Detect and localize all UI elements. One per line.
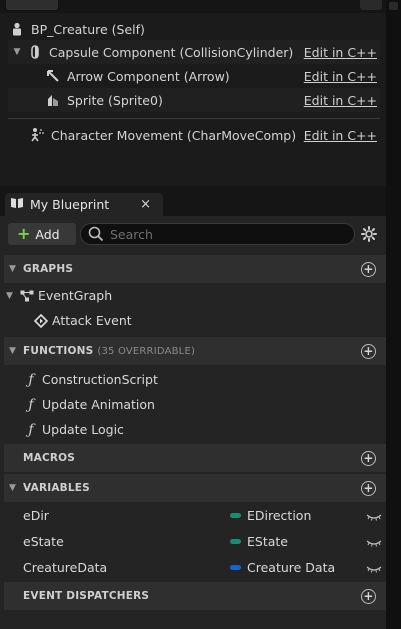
arrow-icon [44,67,62,85]
sprite-edit-cpp-link[interactable]: Edit in C++ [304,93,377,108]
variable-name: eDir [23,507,49,523]
search-box[interactable] [80,223,355,245]
section-event-dispatchers[interactable]: ▼ EVENT DISPATCHERS + [4,582,386,610]
tab-my-blueprint-label: My Blueprint [30,197,110,212]
variable-type-pin [230,512,241,518]
component-root-label: BP_Creature (Self) [31,21,145,37]
graph-item-label: Attack Event [52,313,132,328]
add-graph-button[interactable]: + [361,261,376,277]
graph-icon [20,290,34,302]
section-variables[interactable]: ▼ VARIABLES + [4,474,386,502]
search-icon [88,226,104,242]
component-movement-label: Character Movement (CharMoveComp) [51,127,297,143]
variable-row[interactable]: CreatureData Creature Data [4,554,386,580]
component-sprite-label: Sprite (Sprite0) [67,92,163,108]
section-graphs[interactable]: ▼ GRAPHS + [4,255,386,283]
chevron-down-icon[interactable]: ▼ [8,47,26,57]
right-scrollbar[interactable] [386,0,401,629]
tab-my-blueprint[interactable]: My Blueprint × [5,193,163,216]
search-input[interactable] [110,226,340,242]
components-divider [8,118,380,119]
component-arrow-label: Arrow Component (Arrow) [67,68,230,84]
close-icon[interactable]: × [140,197,151,212]
chevron-down-icon[interactable]: ▼ [9,483,21,493]
function-item-label: ConstructionScript [42,372,158,387]
variable-row[interactable]: eState EState [4,528,386,554]
variable-type-pin [230,538,241,544]
eye-closed-icon[interactable] [366,510,382,521]
graph-item-label: EventGraph [38,288,113,303]
function-icon: ƒ [28,421,34,438]
variable-row[interactable]: eDir EDirection [4,502,386,528]
sprite-icon [44,91,62,109]
section-functions-title: FUNCTIONS [23,345,94,357]
section-macros-title: MACROS [23,452,76,464]
components-add-button[interactable] [6,0,58,10]
chevron-down-icon[interactable]: ▼ [9,264,21,274]
function-item[interactable]: ƒ ConstructionScript [4,367,386,392]
graph-item-eventgraph[interactable]: ▼ EventGraph [4,283,386,308]
eye-closed-icon[interactable] [366,536,382,547]
add-button[interactable]: + Add [8,223,76,245]
component-capsule-label: Capsule Component (CollisionCylinder) [49,44,294,60]
variable-name: CreatureData [23,559,108,575]
chevron-down-icon[interactable]: ▼ [6,291,20,301]
add-variable-button[interactable]: + [361,480,376,496]
section-macros[interactable]: ▼ MACROS + [4,444,386,472]
function-item-label: Update Logic [42,422,124,437]
variable-name: eState [23,533,64,549]
variable-type[interactable]: EDirection [247,508,311,523]
section-variables-title: VARIABLES [23,482,90,494]
add-macro-button[interactable]: + [361,450,376,466]
section-functions[interactable]: ▼ FUNCTIONS (35 OVERRIDABLE) + [4,337,386,365]
component-arrow[interactable]: Arrow Component (Arrow) Edit in C++ [8,64,380,88]
components-toolbar [0,0,386,13]
plus-icon: + [17,224,31,243]
actor-icon [8,20,26,38]
component-movement[interactable]: Character Movement (CharMoveComp) Edit i… [8,123,380,147]
gear-icon[interactable] [359,224,379,244]
function-item[interactable]: ƒ Update Animation [4,392,386,417]
chevron-down-icon[interactable]: ▼ [9,346,21,356]
book-icon [10,197,24,212]
components-settings-button[interactable] [360,0,382,10]
function-item[interactable]: ƒ Update Logic [4,417,386,442]
variable-type-pin [230,564,241,570]
capsule-icon [26,43,44,61]
function-icon: ƒ [28,396,34,413]
section-graphs-title: GRAPHS [23,263,74,275]
add-event-dispatcher-button[interactable]: + [361,588,376,604]
movement-icon [28,126,46,144]
section-functions-subtitle: (35 OVERRIDABLE) [97,345,196,357]
eye-closed-icon[interactable] [366,562,382,573]
function-icon: ƒ [28,371,34,388]
add-function-button[interactable]: + [361,343,376,359]
arrow-edit-cpp-link[interactable]: Edit in C++ [304,69,377,84]
capsule-edit-cpp-link[interactable]: Edit in C++ [304,45,377,60]
component-root[interactable]: BP_Creature (Self) [8,17,380,41]
event-icon [34,313,48,328]
movement-edit-cpp-link[interactable]: Edit in C++ [304,128,377,143]
scrollbar-thumb[interactable] [389,2,398,10]
component-capsule[interactable]: ▼ Capsule Component (CollisionCylinder) … [8,40,380,64]
add-button-label: Add [35,226,60,242]
section-event-dispatchers-title: EVENT DISPATCHERS [23,590,150,602]
variable-type[interactable]: Creature Data [247,560,335,575]
function-item-label: Update Animation [42,397,155,412]
component-sprite[interactable]: Sprite (Sprite0) Edit in C++ [8,88,380,112]
variable-type[interactable]: EState [247,534,288,549]
graph-item-attack-event[interactable]: Attack Event [4,308,386,333]
